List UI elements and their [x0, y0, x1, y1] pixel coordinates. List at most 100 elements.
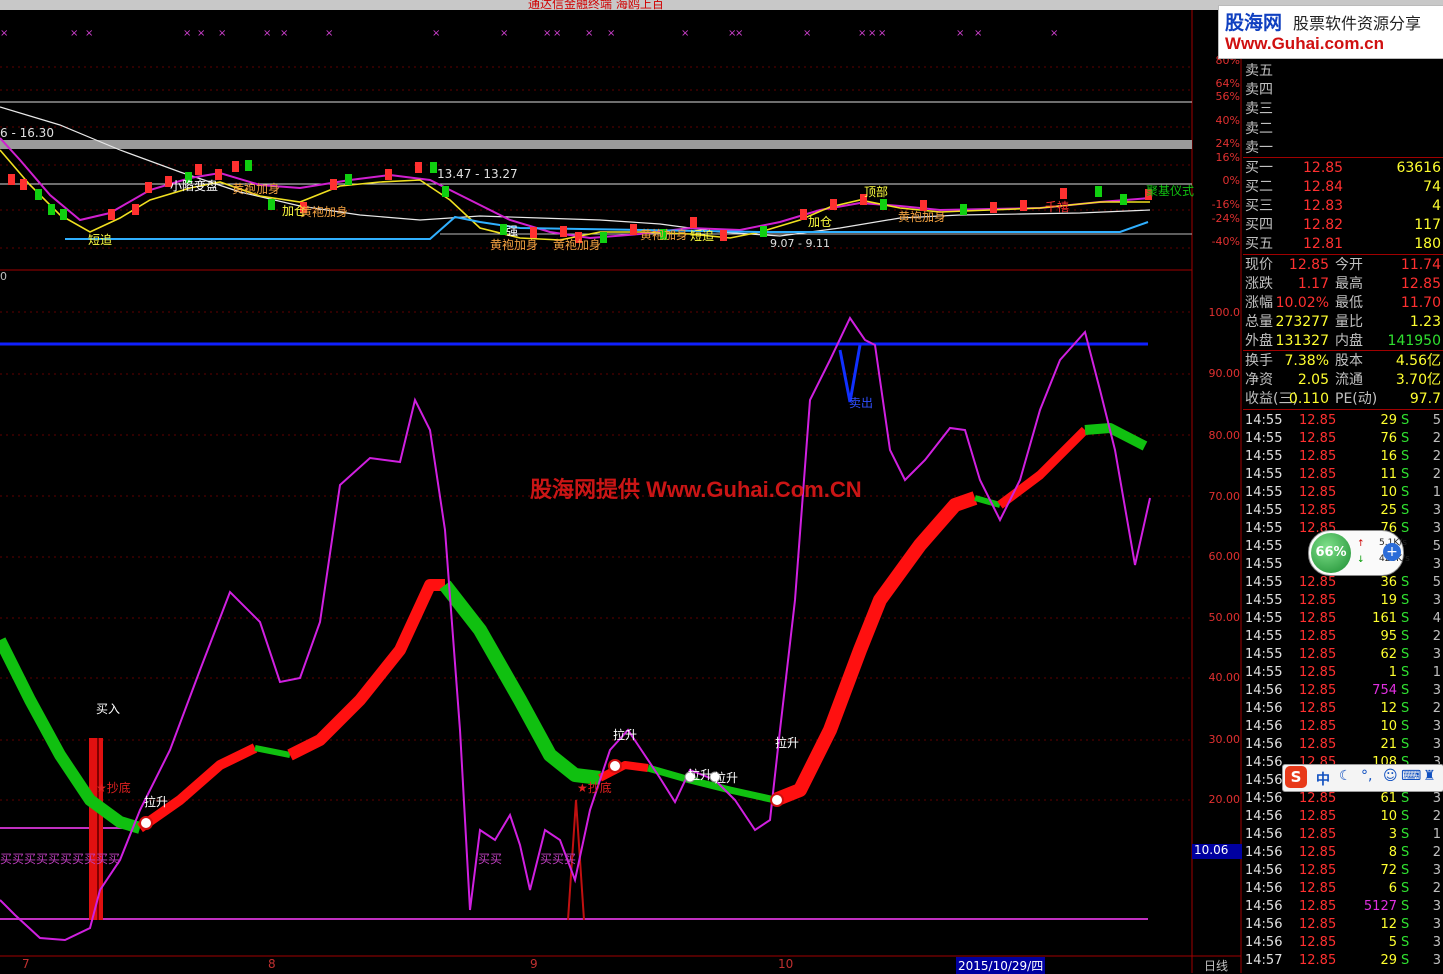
quote-row: 涨跌 1.17 最高 12.85	[1243, 275, 1443, 294]
tick-side: S	[1401, 863, 1410, 878]
buy-price: 12.81	[1303, 236, 1344, 252]
shirt-icon[interactable]: ♜	[1423, 768, 1436, 784]
signal-mark: ×	[868, 28, 876, 39]
tick-time: 14:56	[1245, 683, 1283, 698]
tick-price: 12.85	[1299, 647, 1337, 662]
tick-price: 12.85	[1299, 899, 1337, 914]
stat-value: 10.02%	[1275, 295, 1329, 311]
punctuation-icon[interactable]: °,	[1361, 768, 1372, 784]
moon-icon[interactable]: ☾	[1339, 768, 1352, 784]
signal-mark: ×	[585, 28, 593, 39]
tick-price: 12.85	[1299, 701, 1337, 716]
tick-volume: 10	[1380, 719, 1397, 734]
chart-annotation: 顶部	[864, 185, 889, 199]
signal-mark: ×	[183, 28, 191, 39]
ime-toolbar[interactable]: S 中 ☾ °, ☺ ⌨ ♜	[1282, 764, 1443, 792]
tick-time: 14:55	[1245, 557, 1283, 572]
tick-time: 14:56	[1245, 701, 1283, 716]
stat-value: 11.74	[1400, 257, 1441, 273]
signal-mark: ×	[218, 28, 226, 39]
stat-value: 0.110	[1288, 391, 1329, 407]
tick-volume: 10	[1380, 485, 1397, 500]
tick-price: 12.85	[1299, 503, 1337, 518]
quote-row: 14:55 12.85 161 S 4	[1243, 609, 1443, 628]
candle	[990, 202, 997, 213]
tick-side: S	[1401, 431, 1410, 446]
signal-mark: ×	[735, 28, 743, 39]
ime-mode[interactable]: 中	[1316, 769, 1330, 789]
buy-price: 12.82	[1303, 217, 1344, 233]
current-value: 10.06	[1194, 843, 1229, 857]
buy-level-label: 买五	[1245, 236, 1273, 252]
stat-label: 最高	[1335, 276, 1363, 292]
keyboard-icon[interactable]: ⌨	[1401, 768, 1421, 784]
tick-volume: 10	[1380, 809, 1397, 824]
logo-brand: 股海网	[1225, 13, 1283, 34]
stat-label: 今开	[1335, 257, 1363, 273]
buy-in-label: 买入	[96, 702, 121, 716]
tick-side: S	[1401, 629, 1410, 644]
quote-row: 14:55 12.85 10 S 1	[1243, 483, 1443, 502]
site-logo: 股海网 股票软件资源分享 Www.Guhai.com.cn	[1218, 5, 1443, 59]
stat-label: 外盘	[1245, 333, 1273, 349]
left-range-label: 6 - 16.30	[0, 126, 54, 140]
buy-row: 买买	[478, 852, 503, 866]
quote-row: 净资 2.05 流通 3.70亿	[1243, 371, 1443, 390]
axis-tick: -40%	[1211, 235, 1240, 248]
axis-tick: 20.00	[1208, 793, 1241, 806]
tick-price: 12.85	[1299, 449, 1337, 464]
sogou-icon[interactable]: S	[1285, 766, 1307, 788]
candle	[415, 162, 422, 173]
stat-value: 2.05	[1297, 372, 1329, 388]
tick-price: 12.85	[1299, 683, 1337, 698]
sell-level-label: 卖三	[1245, 101, 1273, 118]
chart-annotation: 小陷变盘	[170, 179, 219, 193]
tick-time: 14:56	[1245, 809, 1283, 824]
tick-side: S	[1401, 917, 1410, 932]
tick-price: 12.85	[1299, 467, 1337, 482]
candle	[1020, 200, 1027, 211]
pull-signal: 拉升	[714, 771, 739, 785]
network-speed-widget[interactable]: 66% ↑ 5.1K/s ↓ 426K/s +	[1308, 530, 1410, 576]
bottom-signal: ★抄底	[577, 781, 612, 795]
tick-volume: 25	[1380, 503, 1397, 518]
tick-volume: 6	[1388, 881, 1397, 896]
lower-zero-label: 0	[0, 270, 7, 283]
quote-row: 14:56 12.85 8 S 2	[1243, 843, 1443, 862]
tick-side: S	[1401, 899, 1410, 914]
stat-value: 12.85	[1400, 276, 1441, 292]
tick-count: 3	[1432, 683, 1441, 698]
tick-time: 14:56	[1245, 827, 1283, 842]
tick-side: S	[1401, 413, 1410, 428]
stat-value: 131327	[1275, 333, 1329, 349]
stat-label: 最低	[1335, 295, 1363, 311]
tick-price: 12.85	[1299, 413, 1337, 428]
stat-value: 3.70亿	[1395, 372, 1441, 388]
sell-level-label: 卖五	[1245, 63, 1273, 79]
tick-price: 12.85	[1299, 629, 1337, 644]
tick-count: 3	[1432, 593, 1441, 608]
plus-icon[interactable]: +	[1383, 543, 1401, 561]
tick-time: 14:56	[1245, 773, 1283, 788]
chart-annotation: 黄袍加身	[640, 228, 689, 242]
quote-row: 14:55 12.85 1 S 1	[1243, 663, 1443, 682]
stat-value: 12.85	[1288, 257, 1329, 273]
tick-price: 12.85	[1299, 737, 1337, 752]
emoji-icon[interactable]: ☺	[1383, 768, 1398, 784]
candle	[960, 204, 967, 215]
tick-time: 14:56	[1245, 719, 1283, 734]
tick-time: 14:55	[1245, 485, 1283, 500]
tick-price: 12.85	[1299, 809, 1337, 824]
bottom-signal: ★抄底	[96, 781, 131, 795]
quote-row: 涨幅 10.02% 最低 11.70	[1243, 294, 1443, 313]
tick-time: 14:56	[1245, 863, 1283, 878]
period-label[interactable]: 日线	[1204, 957, 1228, 974]
candle	[830, 199, 837, 210]
axis-tick: 0%	[1222, 174, 1240, 187]
range-label: 13.47 - 13.27	[437, 167, 518, 181]
signal-mark: ×	[500, 28, 508, 39]
quote-row: 14:56 12.85 12 S 3	[1243, 915, 1443, 934]
buy-level-label: 买三	[1245, 198, 1273, 214]
date-tick: 9	[530, 957, 538, 971]
signal-mark: ×	[263, 28, 271, 39]
